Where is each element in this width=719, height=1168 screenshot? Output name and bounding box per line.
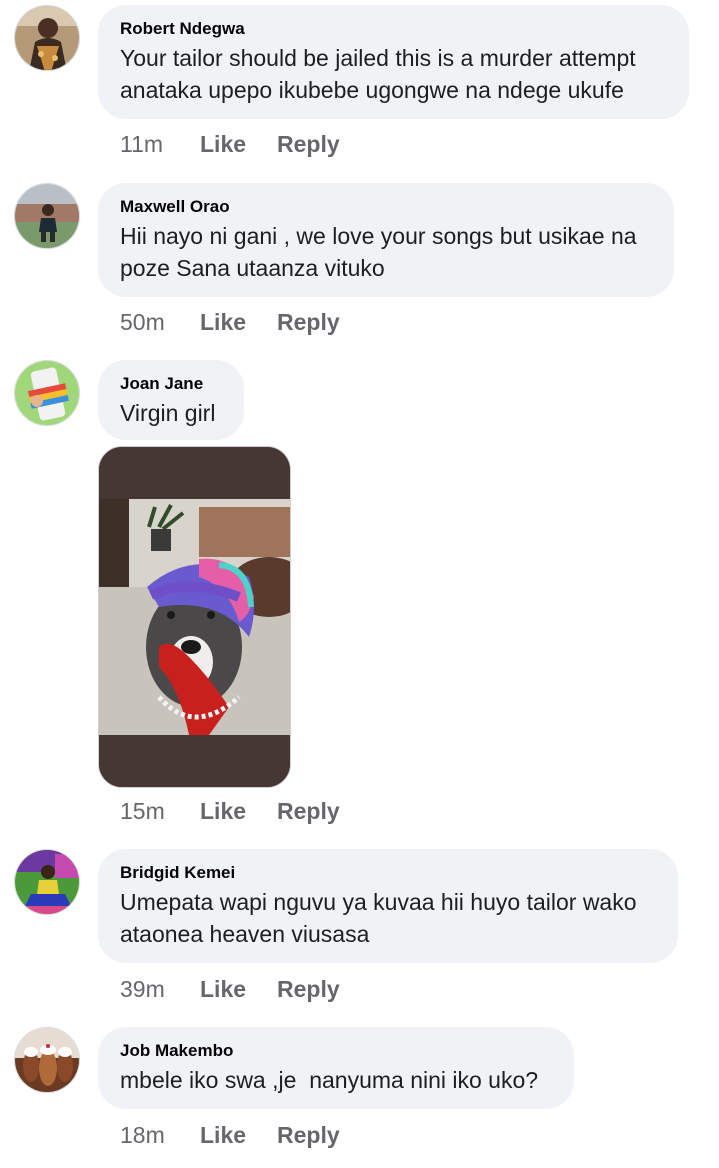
comment-bubble: Bridgid Kemei Umepata wapi nguvu ya kuva… [98,849,678,963]
avatar-image [15,361,79,425]
comment-author[interactable]: Joan Jane [120,373,222,395]
dog-photo [99,447,290,787]
reply-button[interactable]: Reply [277,974,340,1004]
like-button[interactable]: Like [200,1120,246,1150]
avatar[interactable] [14,5,80,71]
comment-text: Hii nayo ni gani , we love your songs bu… [120,223,637,281]
comment-timestamp[interactable]: 50m [120,307,165,337]
comment-bubble: Job Makembo mbele iko swa ,je nanyuma ni… [98,1027,574,1109]
like-button[interactable]: Like [200,974,246,1004]
avatar[interactable] [14,183,80,249]
avatar[interactable] [14,849,80,915]
comment-timestamp[interactable]: 39m [120,974,165,1004]
comment-text: Umepata wapi nguvu ya kuvaa hii huyo tai… [120,889,637,947]
comment-timestamp[interactable]: 11m [120,129,163,159]
like-button[interactable]: Like [200,796,246,826]
reply-button[interactable]: Reply [277,1120,340,1150]
avatar-image [15,850,79,914]
comment-bubble: Joan Jane Virgin girl [98,360,244,440]
comment-timestamp[interactable]: 18m [120,1120,165,1150]
avatar-image [15,1028,79,1092]
comment-author[interactable]: Job Makembo [120,1040,552,1062]
comment-author[interactable]: Bridgid Kemei [120,862,656,884]
avatar-image [15,6,79,70]
reply-button[interactable]: Reply [277,129,340,159]
reply-button[interactable]: Reply [277,796,340,826]
avatar[interactable] [14,360,80,426]
reply-button[interactable]: Reply [277,307,340,337]
comment-text: Virgin girl [120,400,216,426]
avatar-image [15,184,79,248]
sticker-image[interactable] [98,446,291,788]
avatar[interactable] [14,1027,80,1093]
comment-text: Your tailor should be jailed this is a m… [120,45,636,103]
comment-author[interactable]: Maxwell Orao [120,196,652,218]
comment-bubble: Maxwell Orao Hii nayo ni gani , we love … [98,183,674,297]
comment-bubble: Robert Ndegwa Your tailor should be jail… [98,5,689,119]
like-button[interactable]: Like [200,307,246,337]
comment-timestamp[interactable]: 15m [120,796,165,826]
comment-text: mbele iko swa ,je nanyuma nini iko uko? [120,1067,539,1093]
like-button[interactable]: Like [200,129,246,159]
comment-author[interactable]: Robert Ndegwa [120,18,667,40]
